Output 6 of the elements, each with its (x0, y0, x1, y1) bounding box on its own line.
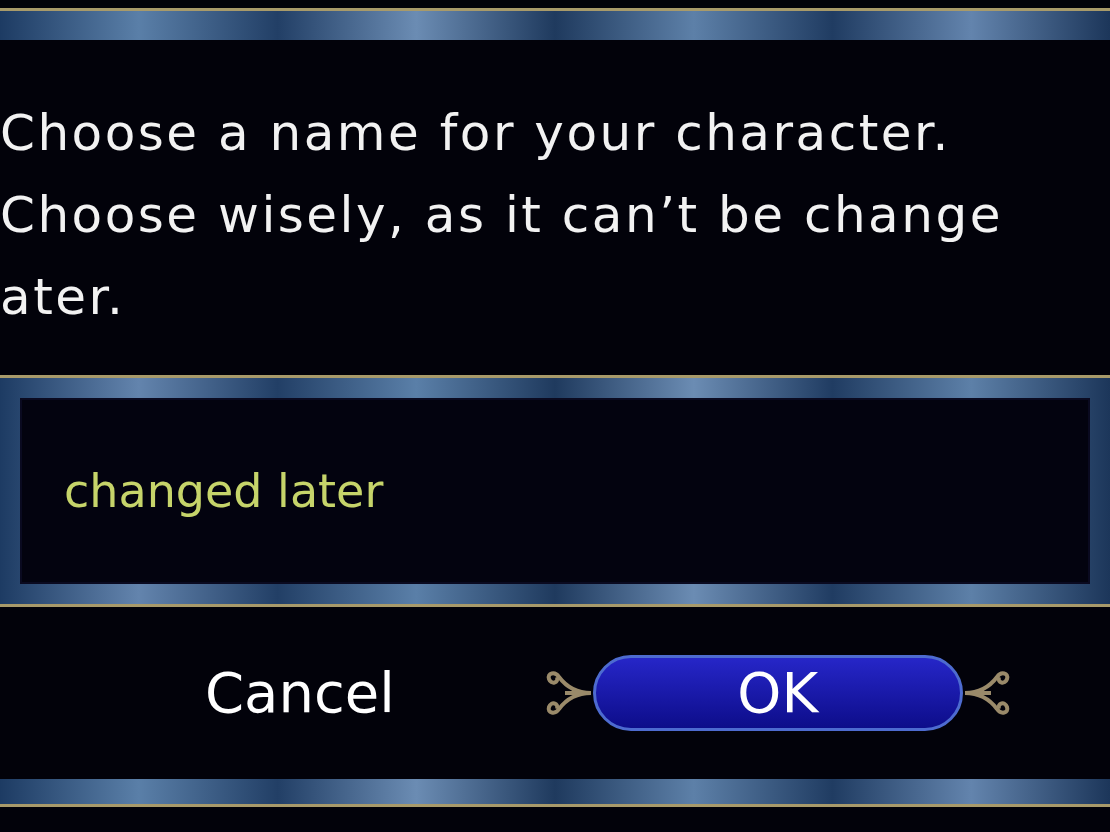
prompt-line: Choose wisely, as it can’t be change (0, 185, 1004, 246)
name-field[interactable]: changed later (20, 398, 1090, 584)
cancel-button[interactable]: Cancel (205, 665, 395, 721)
ok-button[interactable]: OK (592, 655, 963, 731)
prompt-line: ater. (0, 267, 127, 328)
prompt-line: Choose a name for your character. (0, 103, 952, 164)
